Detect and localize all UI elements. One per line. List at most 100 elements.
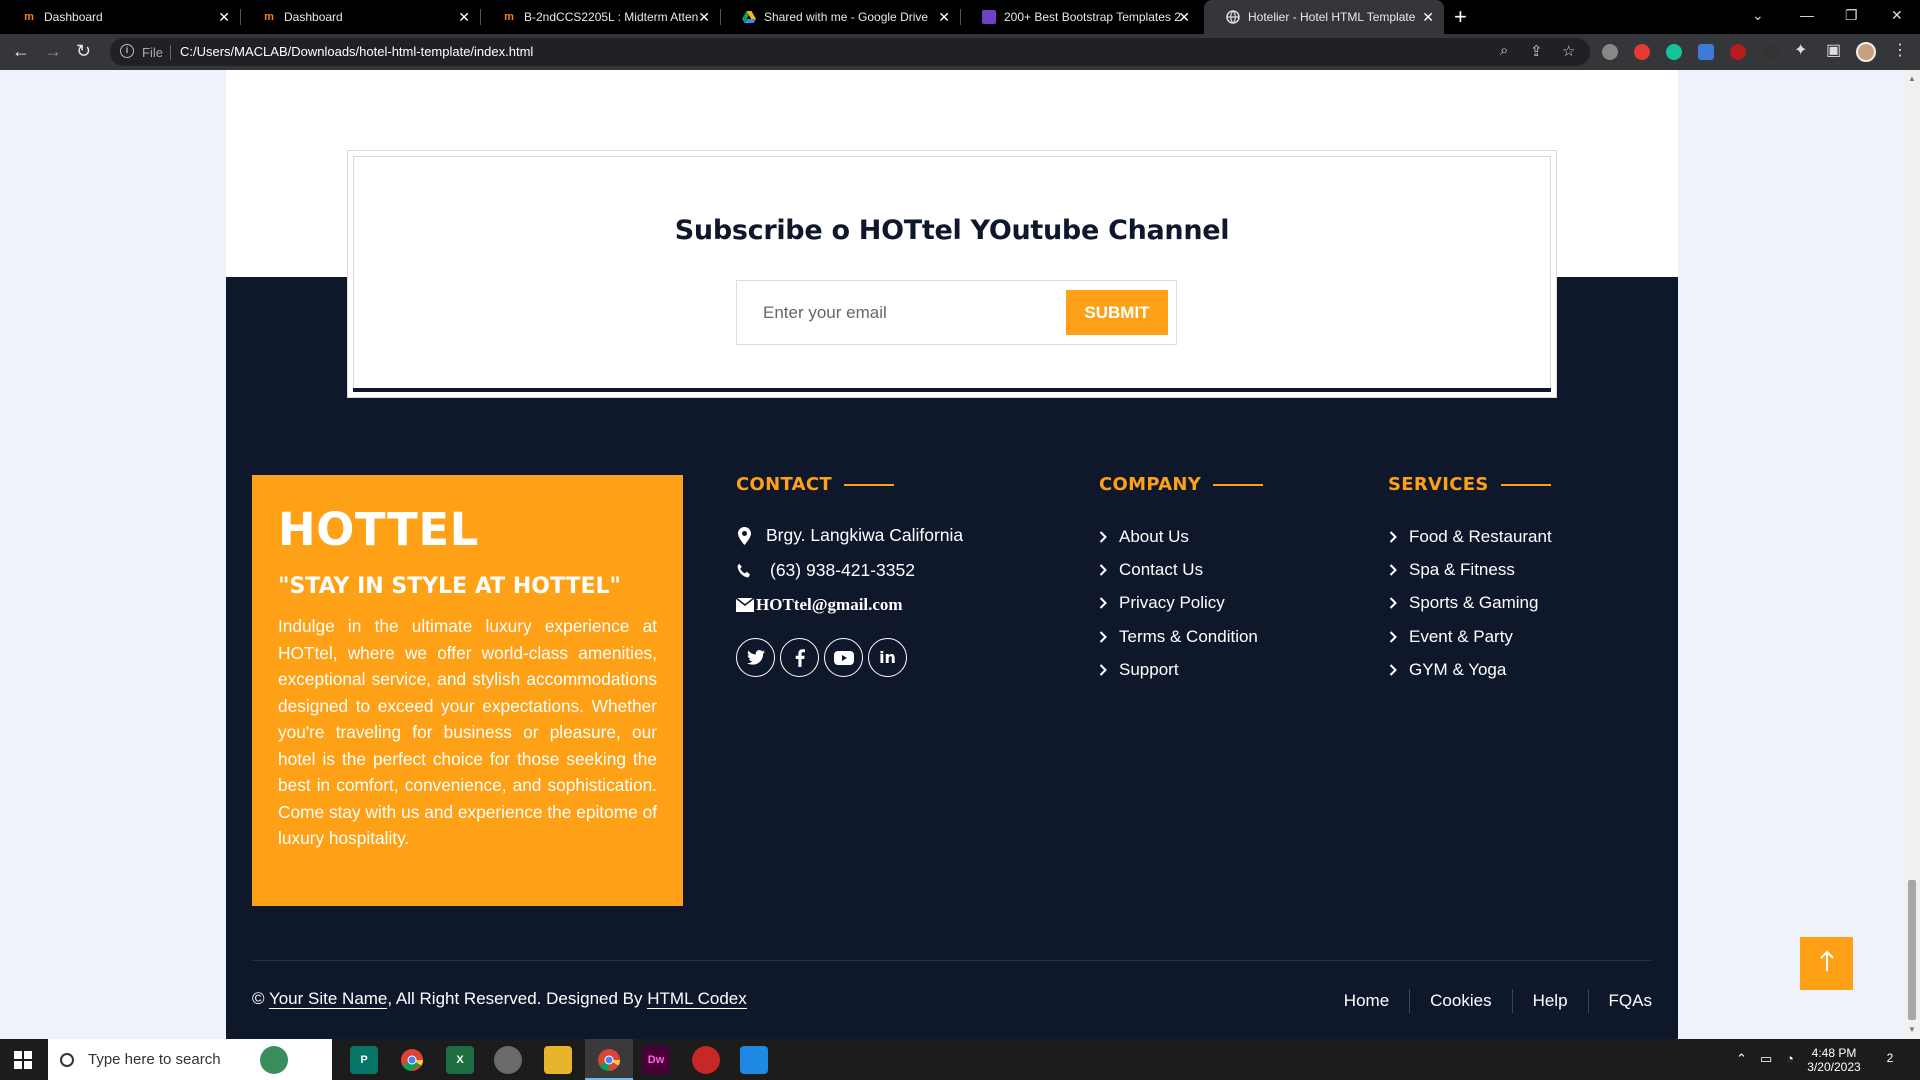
menu-icon[interactable]: ⋮ [1892,42,1908,60]
footer-link-privacy[interactable]: Privacy Policy [1099,593,1225,613]
service-link-event[interactable]: Event & Party [1389,627,1513,647]
new-tab-button[interactable]: + [1454,6,1467,28]
brand-tagline: "STAY IN STYLE AT HOTTEL" [278,574,621,599]
photos-icon[interactable] [740,1046,768,1074]
footer-menu-faqs[interactable]: FQAs [1589,989,1652,1013]
url-text[interactable]: C:/Users/MACLAB/Downloads/hotel-html-tem… [180,44,533,59]
moodle-icon: m [24,11,34,23]
close-icon[interactable]: ✕ [218,9,230,25]
windows-start-icon[interactable] [14,1051,32,1069]
clock[interactable]: 4:48 PM 3/20/2023 [1806,1046,1862,1074]
file-explorer-icon[interactable] [544,1046,572,1074]
footer-menu-cookies[interactable]: Cookies [1410,989,1513,1013]
service-link-sports[interactable]: Sports & Gaming [1389,593,1538,613]
tab-label: Hotelier - Hotel HTML Template [1248,10,1416,24]
extension-icon[interactable] [1762,44,1778,60]
link-label: Support [1119,660,1179,679]
wifi-icon[interactable]: ◔ [1786,1051,1794,1066]
grammarly-icon[interactable] [1666,44,1682,60]
facebook-icon[interactable] [780,638,819,677]
footer-link-contact[interactable]: Contact Us [1099,560,1203,580]
chrome-active-icon[interactable] [595,1046,623,1074]
close-icon[interactable]: ✕ [458,9,470,25]
browser-tab[interactable]: m Dashboard ✕ [240,0,480,34]
youtube-icon[interactable] [824,638,863,677]
zoom-icon[interactable]: ⌕ [1500,42,1508,59]
browser-tab[interactable]: m Dashboard ✕ [0,0,240,34]
service-link-food[interactable]: Food & Restaurant [1389,527,1552,547]
footer-menu-help[interactable]: Help [1513,989,1589,1013]
dreamweaver-icon[interactable]: Dw [642,1046,670,1074]
page-scrollbar[interactable]: ▲ ▼ [1904,70,1920,1039]
arrow-up-icon [1819,950,1834,977]
chevron-right-icon [1099,631,1108,643]
footer-menu-home[interactable]: Home [1324,989,1411,1013]
twitter-icon[interactable] [736,638,775,677]
publisher-icon[interactable]: P [350,1046,378,1074]
moodle-icon: m [504,11,514,23]
footer-link-support[interactable]: Support [1099,660,1179,680]
close-window-button[interactable]: ✕ [1891,7,1903,24]
notification-count: 2 [1886,1051,1894,1065]
browser-tab[interactable]: Shared with me - Google Drive ✕ [720,0,960,34]
app-icon[interactable] [494,1046,522,1074]
reload-icon[interactable]: ↻ [76,41,91,61]
page-container: Subscribe o HOTtel YOutube Channel SUBMI… [226,70,1678,1039]
link-label: Sports & Gaming [1409,593,1539,612]
excel-icon[interactable]: X [446,1046,474,1074]
share-icon[interactable]: ⇪ [1530,42,1543,60]
bookmark-star-icon[interactable]: ☆ [1562,42,1575,60]
forward-icon[interactable]: → [44,41,62,61]
email-input[interactable] [749,293,1049,333]
address-bar[interactable]: i File C:/Users/MACLAB/Downloads/hotel-h… [110,38,1590,66]
browser-tab-active[interactable]: Hotelier - Hotel HTML Template ✕ [1204,0,1444,34]
back-to-top-button[interactable] [1800,937,1853,990]
scroll-down-icon[interactable]: ▼ [1908,1025,1916,1034]
extension-icon[interactable] [1602,44,1618,60]
clock-date: 3/20/2023 [1807,1060,1861,1074]
newsletter-box: Subscribe o HOTtel YOutube Channel SUBMI… [347,150,1557,398]
site-name-link[interactable]: Your Site Name [268,989,388,1009]
chevron-right-icon [1389,597,1398,609]
chrome-icon[interactable] [398,1046,426,1074]
minimize-button[interactable]: — [1800,7,1814,23]
scroll-thumb[interactable] [1908,880,1916,1020]
submit-button[interactable]: SUBMIT [1066,290,1168,335]
envelope-icon [736,598,754,612]
tab-search-icon[interactable]: ⌄ [1752,7,1764,24]
globe-widget-icon[interactable] [260,1046,288,1074]
chevron-up-icon[interactable]: ⌃ [1736,1051,1747,1067]
close-icon[interactable]: ✕ [938,9,950,25]
browser-tab[interactable]: m B-2ndCCS2205L : Midterm Atten ✕ [480,0,720,34]
link-label: Food & Restaurant [1409,527,1552,546]
newsletter-form: SUBMIT [736,280,1177,345]
extension-icon[interactable] [1634,44,1650,60]
service-link-gym[interactable]: GYM & Yoga [1389,660,1506,680]
translate-icon[interactable] [1698,44,1714,60]
search-icon [60,1052,74,1067]
footer-link-terms[interactable]: Terms & Condition [1099,627,1258,647]
extensions-puzzle-icon[interactable]: ✦ [1794,42,1807,60]
close-icon[interactable]: ✕ [698,9,710,25]
profile-avatar[interactable] [1856,42,1876,62]
side-panel-icon[interactable]: ▣ [1826,42,1841,60]
app-icon[interactable] [692,1046,720,1074]
footer-link-about[interactable]: About Us [1099,527,1189,547]
back-icon[interactable]: ← [12,41,30,61]
browser-tab[interactable]: 200+ Best Bootstrap Templates 2 ✕ [960,0,1200,34]
close-icon[interactable]: ✕ [1422,9,1434,25]
chevron-right-icon [1389,531,1398,543]
info-icon[interactable]: i [120,44,134,58]
taskbar-search[interactable]: Type here to search [48,1039,332,1080]
network-icon[interactable]: ▭ [1760,1051,1772,1067]
linkedin-icon[interactable]: in [868,638,907,677]
browser-tab-strip: m Dashboard ✕ m Dashboard ✕ m B-2ndCCS22… [0,0,1920,34]
restore-button[interactable]: ❐ [1845,7,1858,24]
designer-link[interactable]: HTML Codex [647,989,747,1009]
notification-icon[interactable]: 2 [1880,1051,1900,1065]
extension-icon[interactable] [1730,44,1746,60]
close-icon[interactable]: ✕ [1178,9,1190,25]
scroll-up-icon[interactable]: ▲ [1908,74,1916,83]
service-link-spa[interactable]: Spa & Fitness [1389,560,1515,580]
contact-address: Brgy. Langkiwa California [736,525,963,546]
